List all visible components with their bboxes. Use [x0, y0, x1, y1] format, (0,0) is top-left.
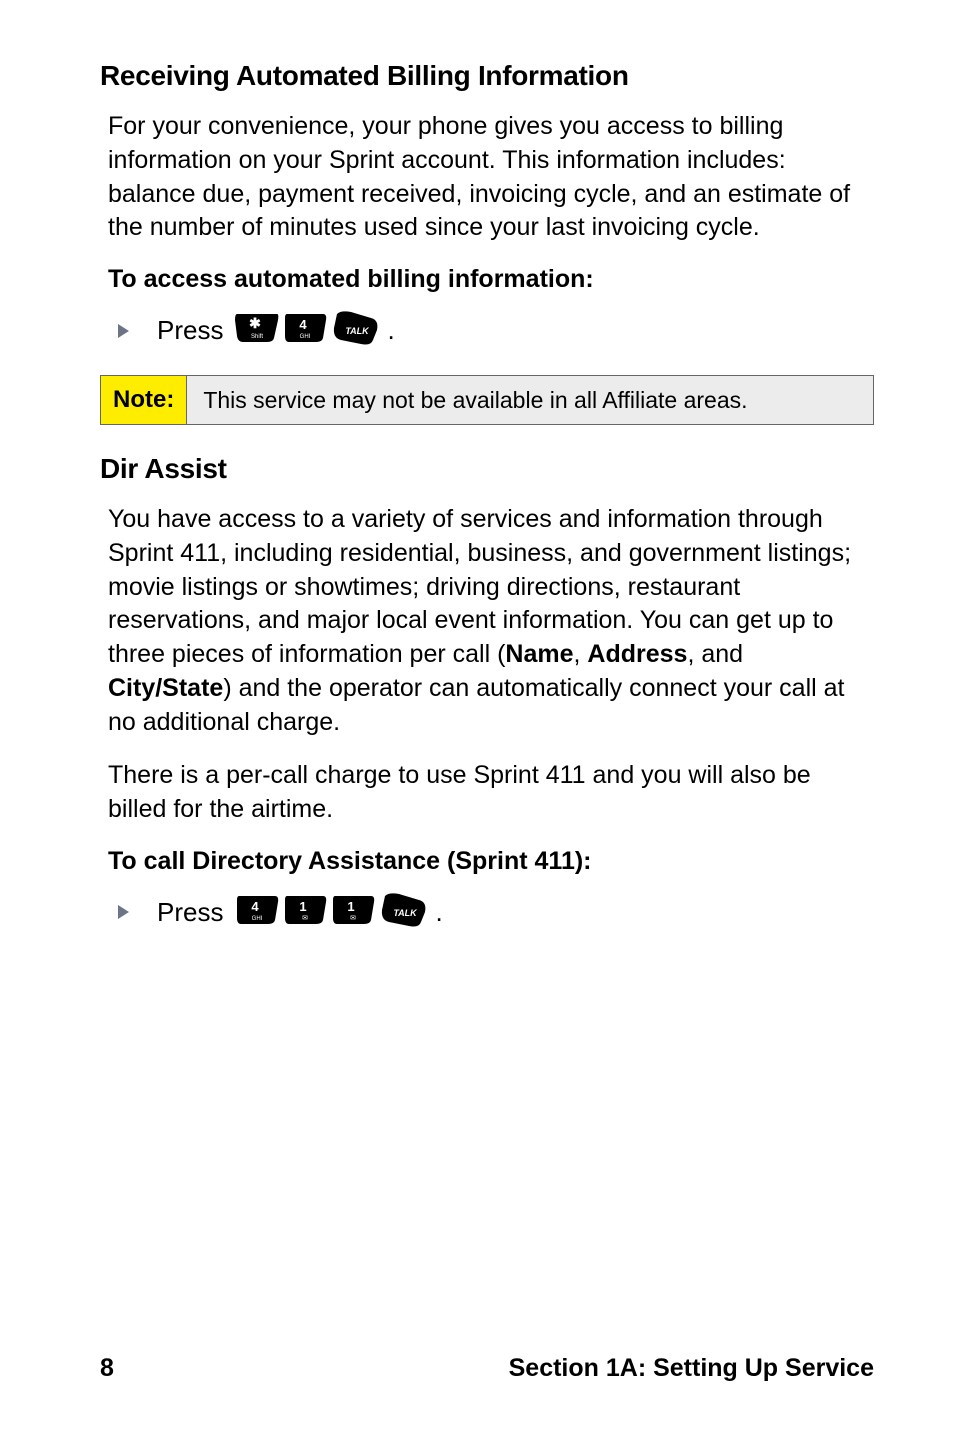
body-dirassist-2: There is a per-call charge to use Sprint… [100, 759, 874, 827]
section-label: Section 1A: Setting Up Service [509, 1354, 874, 1383]
note-label: Note: [101, 376, 187, 424]
talk-key-icon: TALK [379, 892, 429, 933]
step-period-1: . [387, 315, 394, 346]
note-box: Note: This service may not be available … [100, 375, 874, 425]
one-key-icon: 1 ✉ [331, 894, 375, 931]
bold-citystate: City/State [108, 674, 223, 702]
page-footer: 8 Section 1A: Setting Up Service [100, 1354, 874, 1383]
svg-text:1: 1 [300, 899, 307, 914]
one-key-icon: 1 ✉ [283, 894, 327, 931]
bold-name: Name [505, 640, 573, 668]
svg-text:TALK: TALK [394, 908, 419, 918]
note-text: This service may not be available in all… [187, 376, 873, 424]
step-billing: Press ✱ Shift 4 GHI TALK . [100, 310, 874, 351]
svg-text:4: 4 [252, 899, 260, 914]
svg-text:Shift: Shift [251, 334, 263, 340]
svg-text:TALK: TALK [346, 326, 371, 336]
svg-text:✉: ✉ [351, 915, 357, 922]
svg-text:✉: ✉ [303, 915, 309, 922]
svg-text:✱: ✱ [250, 315, 262, 331]
svg-text:GHI: GHI [252, 916, 263, 922]
talk-key-icon: TALK [331, 310, 381, 351]
step-period-2: . [435, 897, 442, 928]
sep1: , [574, 640, 588, 668]
svg-text:1: 1 [348, 899, 355, 914]
heading-billing: Receiving Automated Billing Information [100, 60, 874, 92]
four-key-icon: 4 GHI [283, 312, 327, 349]
sep2: , and [687, 640, 743, 668]
triangle-bullet-icon [118, 905, 129, 919]
body-dirassist-1: You have access to a variety of services… [100, 503, 874, 739]
press-label-1: Press [157, 315, 223, 346]
svg-text:GHI: GHI [300, 334, 311, 340]
triangle-bullet-icon [118, 324, 129, 338]
body-billing: For your convenience, your phone gives y… [100, 110, 874, 245]
page-number: 8 [100, 1354, 114, 1383]
bold-address: Address [587, 640, 687, 668]
press-label-2: Press [157, 897, 223, 928]
subhead-dirassist: To call Directory Assistance (Sprint 411… [100, 847, 874, 876]
svg-text:4: 4 [300, 317, 308, 332]
heading-dirassist: Dir Assist [100, 453, 874, 485]
subhead-billing: To access automated billing information: [100, 265, 874, 294]
star-key-icon: ✱ Shift [235, 312, 279, 349]
step-dirassist: Press 4 GHI 1 ✉ 1 ✉ TALK . [100, 892, 874, 933]
four-key-icon: 4 GHI [235, 894, 279, 931]
